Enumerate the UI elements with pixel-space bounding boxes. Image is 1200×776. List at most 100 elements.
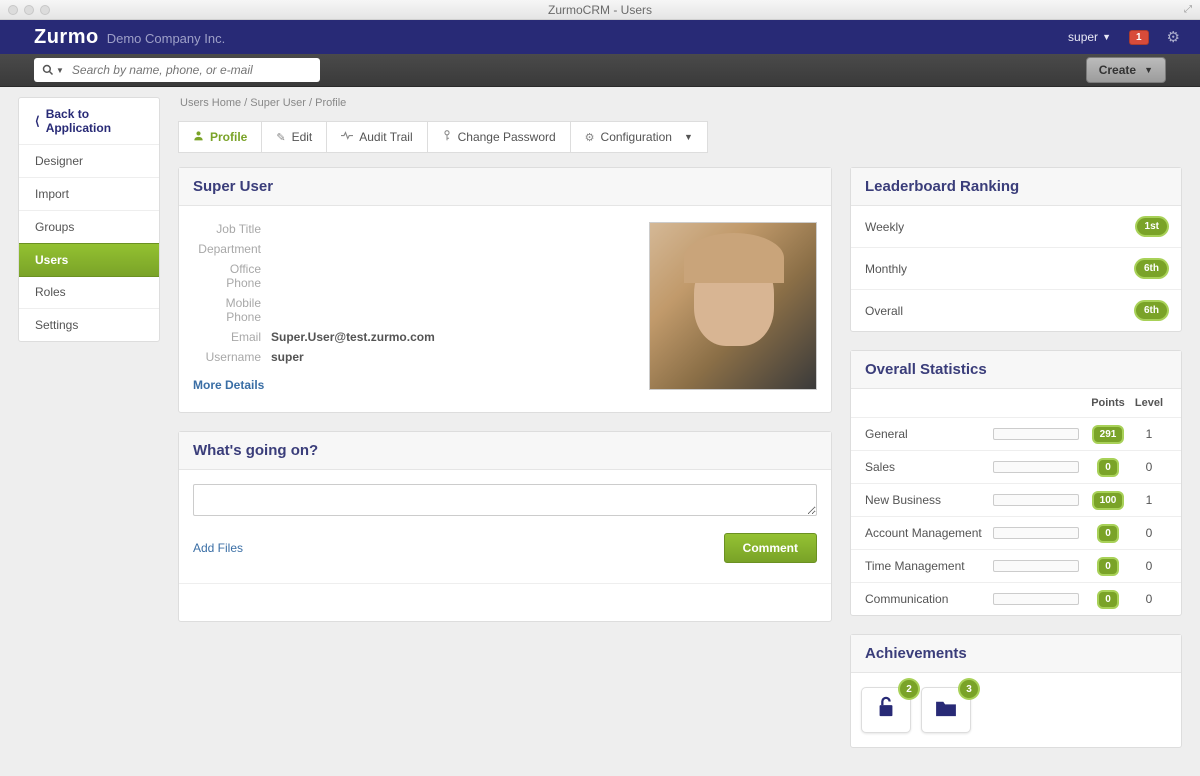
- level-value: 1: [1131, 427, 1167, 441]
- comment-button[interactable]: Comment: [724, 533, 817, 563]
- tab-profile[interactable]: Profile: [178, 121, 262, 153]
- stats-row: Communication00: [851, 583, 1181, 615]
- create-button[interactable]: Create ▼: [1086, 57, 1166, 83]
- app-header: Zurmo Demo Company Inc. super ▼ 1 ⚙: [0, 20, 1200, 54]
- level-value: 0: [1131, 559, 1167, 573]
- achievement-count: 3: [960, 680, 978, 698]
- stats-row: Account Management00: [851, 517, 1181, 550]
- window-expand-icon[interactable]: ⤢: [1184, 4, 1192, 15]
- window-title: ZurmoCRM - Users: [548, 3, 652, 17]
- progress-bar: [993, 461, 1079, 473]
- panel-title: Achievements: [851, 635, 1181, 673]
- stats-row: New Business1001: [851, 484, 1181, 517]
- field-label: Username: [193, 350, 271, 364]
- user-dropdown[interactable]: super ▼: [1068, 30, 1111, 44]
- search-box[interactable]: ▼: [34, 58, 320, 82]
- tabs: Profile ✎ Edit Audit Trail Change Passwo…: [178, 121, 1182, 153]
- level-value: 0: [1131, 592, 1167, 606]
- rank-row: Monthly6th: [851, 248, 1181, 290]
- field-label: Mobile Phone: [193, 296, 271, 324]
- breadcrumb-current: Profile: [315, 97, 346, 109]
- points-badge: 0: [1099, 559, 1117, 574]
- profile-panel: Super User Job Title Department Office P…: [178, 167, 832, 413]
- search-icon: ▼: [42, 64, 64, 76]
- chevron-down-icon: ▼: [1144, 65, 1153, 75]
- pulse-icon: [341, 130, 353, 144]
- tab-configuration[interactable]: ⚙ Configuration ▼: [570, 121, 708, 153]
- stats-row: General2911: [851, 418, 1181, 451]
- logo[interactable]: Zurmo Demo Company Inc.: [34, 26, 225, 49]
- rank-badge: 6th: [1136, 260, 1167, 277]
- panel-title: Super User: [179, 168, 831, 206]
- rank-row: Overall6th: [851, 290, 1181, 331]
- progress-bar: [993, 494, 1079, 506]
- back-icon: ⟨: [35, 114, 40, 128]
- breadcrumb-link[interactable]: Super User: [250, 97, 306, 109]
- sidebar-item-settings[interactable]: Settings: [19, 309, 159, 341]
- folder-icon: [935, 697, 957, 723]
- add-files-link[interactable]: Add Files: [193, 541, 243, 555]
- field-label: Job Title: [193, 222, 271, 236]
- leaderboard-panel: Leaderboard Ranking Weekly1st Monthly6th…: [850, 167, 1182, 332]
- back-to-application[interactable]: ⟨ Back to Application: [19, 98, 159, 145]
- rank-badge: 6th: [1136, 302, 1167, 319]
- key-icon: [442, 130, 452, 144]
- achievement-item[interactable]: 2: [861, 687, 911, 733]
- user-menu: super ▼ 1 ⚙: [1068, 28, 1180, 46]
- stats-row: Sales00: [851, 451, 1181, 484]
- activity-feed-empty: [179, 583, 831, 621]
- chevron-down-icon: ▼: [1102, 32, 1111, 42]
- tab-change-password[interactable]: Change Password: [427, 121, 571, 153]
- points-badge: 0: [1099, 526, 1117, 541]
- rank-badge: 1st: [1137, 218, 1167, 235]
- stats-row: Time Management00: [851, 550, 1181, 583]
- sidebar-item-users[interactable]: Users: [18, 243, 160, 277]
- field-label: Department: [193, 242, 271, 256]
- tab-audit-trail[interactable]: Audit Trail: [326, 121, 427, 153]
- logo-subtitle: Demo Company Inc.: [107, 31, 226, 46]
- field-value: Super.User@test.zurmo.com: [271, 330, 435, 344]
- person-icon: [193, 130, 204, 144]
- achievement-count: 2: [900, 680, 918, 698]
- notification-badge[interactable]: 1: [1129, 30, 1149, 45]
- sidebar-item-import[interactable]: Import: [19, 178, 159, 211]
- logo-text: Zurmo: [34, 26, 99, 49]
- pencil-icon: ✎: [276, 131, 285, 144]
- achievements-panel: Achievements 2 3: [850, 634, 1182, 748]
- points-badge: 291: [1094, 427, 1123, 442]
- field-label: Office Phone: [193, 262, 271, 290]
- sidebar: ⟨ Back to Application Designer Import Gr…: [18, 97, 160, 342]
- progress-bar: [993, 560, 1079, 572]
- field-label: Email: [193, 330, 271, 344]
- sidebar-item-roles[interactable]: Roles: [19, 276, 159, 309]
- progress-bar: [993, 428, 1079, 440]
- points-badge: 100: [1094, 493, 1123, 508]
- activity-panel: What's going on? Add Files Comment: [178, 431, 832, 622]
- col-header: Level: [1131, 397, 1167, 409]
- activity-textarea[interactable]: [193, 484, 817, 516]
- panel-title: What's going on?: [179, 432, 831, 470]
- sidebar-item-groups[interactable]: Groups: [19, 211, 159, 244]
- achievement-item[interactable]: 3: [921, 687, 971, 733]
- toolbar: ▼ Create ▼: [0, 54, 1200, 87]
- gear-icon[interactable]: ⚙: [1167, 28, 1180, 46]
- unlock-icon: [876, 696, 896, 724]
- panel-title: Overall Statistics: [851, 351, 1181, 389]
- progress-bar: [993, 593, 1079, 605]
- points-badge: 0: [1099, 460, 1117, 475]
- breadcrumb-link[interactable]: Users Home: [180, 97, 241, 109]
- panel-title: Leaderboard Ranking: [851, 168, 1181, 206]
- search-input[interactable]: [72, 63, 312, 77]
- gear-icon: ⚙: [585, 131, 595, 144]
- sidebar-item-designer[interactable]: Designer: [19, 145, 159, 178]
- main-content: Users Home / Super User / Profile Profil…: [178, 97, 1182, 766]
- tab-edit[interactable]: ✎ Edit: [261, 121, 327, 153]
- chevron-down-icon: ▼: [684, 132, 693, 142]
- window-titlebar: ZurmoCRM - Users ⤢: [0, 0, 1200, 20]
- breadcrumb: Users Home / Super User / Profile: [178, 97, 1182, 109]
- more-details-link[interactable]: More Details: [193, 378, 264, 392]
- progress-bar: [993, 527, 1079, 539]
- rank-row: Weekly1st: [851, 206, 1181, 248]
- level-value: 0: [1131, 460, 1167, 474]
- window-controls[interactable]: [8, 5, 50, 15]
